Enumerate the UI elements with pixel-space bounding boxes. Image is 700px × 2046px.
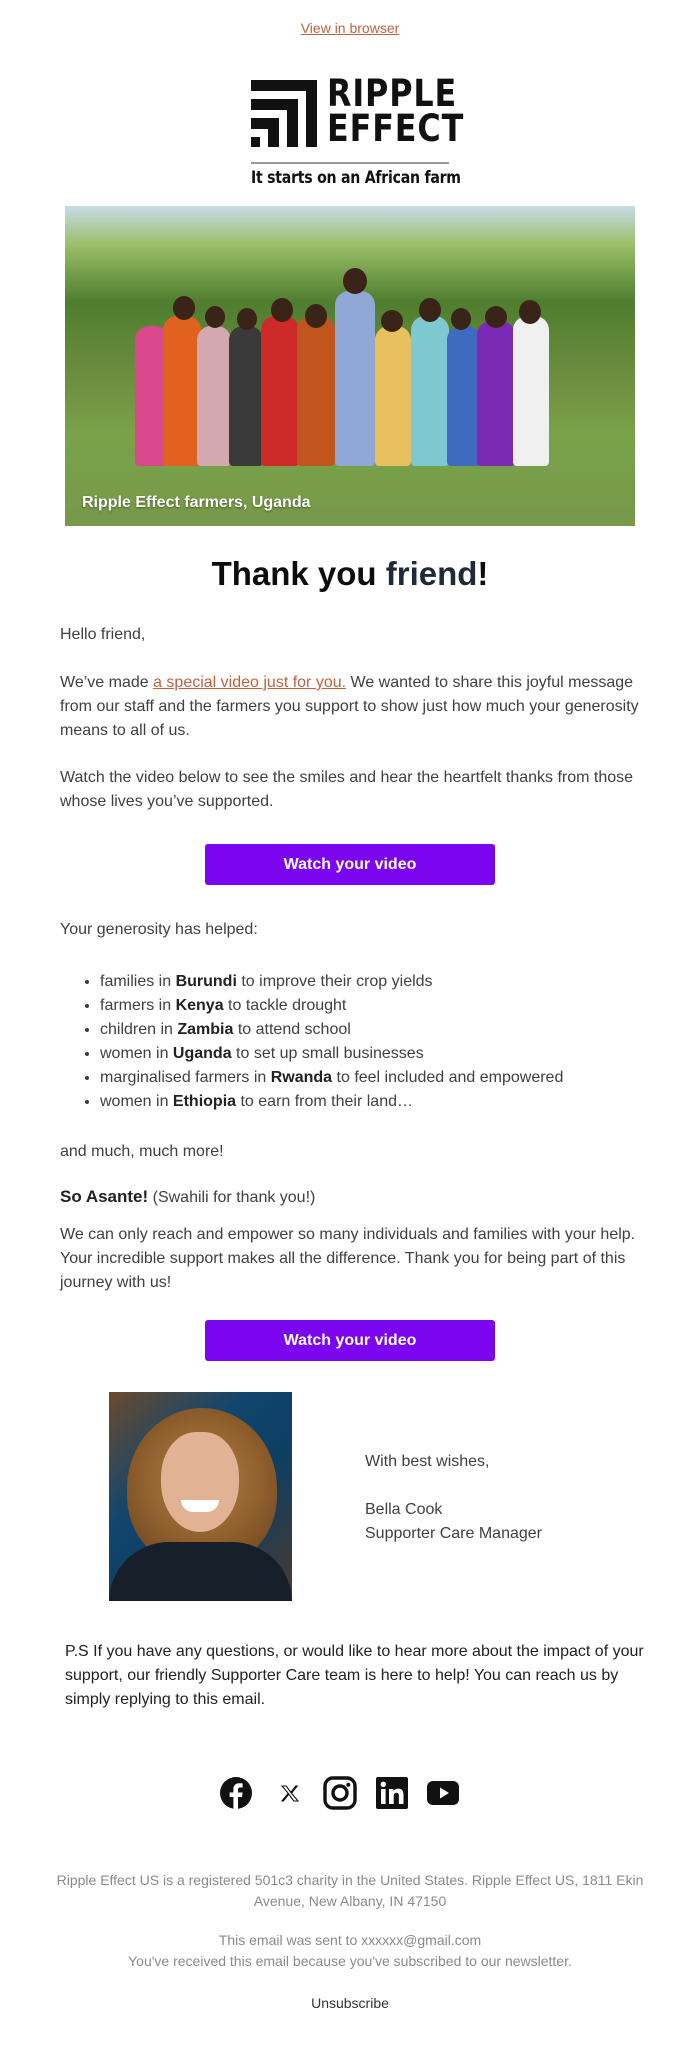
list-item: children in Zambia to attend school [100,1018,660,1042]
logo-wordmark: RIPPLE EFFECT [327,72,465,150]
intro-paragraph: We’ve made a special video just for you.… [60,671,645,743]
helped-intro: Your generosity has helped: [60,921,258,938]
greeting: Hello friend, [60,626,146,643]
title-prefix: Thank you [211,555,386,592]
logo-tagline: It starts on an African farm [251,168,461,188]
page-title: Thank you friend! [0,555,700,593]
list-item: farmers in Kenya to tackle drought [100,994,660,1018]
list-item: marginalised farmers in Rwanda to feel i… [100,1066,660,1090]
title-suffix: ! [477,555,489,592]
social-links [0,1776,700,1812]
logo-divider [251,162,449,164]
hero-caption: Ripple Effect farmers, Uganda [82,494,311,511]
view-in-browser-link[interactable]: View in browser [301,20,400,36]
asante-bold: So Asante! [60,1187,149,1206]
youtube-icon[interactable] [426,1776,460,1810]
unsubscribe-link[interactable]: Unsubscribe [311,1995,389,2011]
intro-text-before: We’ve made [60,674,154,691]
logo-mark-icon [251,80,317,147]
signature-role: Supporter Care Manager [365,1525,542,1542]
x-icon[interactable] [272,1776,306,1810]
helped-list: families in Burundi to improve their cro… [100,970,660,1114]
logo-line-1: RIPPLE [327,72,458,115]
signature-block: With best wishes, Bella Cook Supporter C… [365,1450,542,1546]
view-in-browser-bar: View in browser [0,20,700,36]
special-video-link[interactable]: a special video just for you. [153,674,346,691]
closing-paragraph: We can only reach and empower so many in… [60,1226,636,1291]
ripple-effect-logo: RIPPLE EFFECT It starts on an African fa… [251,75,463,190]
list-item: women in Ethiopia to earn from their lan… [100,1090,660,1114]
signature-name: Bella Cook [365,1501,443,1518]
watch-paragraph: Watch the video below to see the smiles … [60,769,634,810]
footer-reason: You've received this email because you'v… [128,1953,572,1969]
signature-closing: With best wishes, [365,1453,490,1470]
linkedin-icon[interactable] [375,1776,409,1810]
list-item: families in Burundi to improve their cro… [100,970,660,994]
facebook-icon[interactable] [219,1776,253,1810]
much-more-text: and much, much more! [60,1143,224,1160]
footer-sent-to: This email was sent to xxxxxx@gmail.com [218,1932,482,1948]
farmers-group-illustration [125,268,549,466]
asante-line: So Asante! (Swahili for thank you!) [60,1187,315,1207]
list-item: women in Uganda to set up small business… [100,1042,660,1066]
bella-cook-portrait [109,1392,292,1601]
hero-image-farmers: Ripple Effect farmers, Uganda [65,206,635,526]
footer-legal: Ripple Effect US is a registered 501c3 c… [56,1872,644,1909]
unsubscribe-bar: Unsubscribe [0,1995,700,2011]
watch-video-button-1[interactable]: Watch your video [205,844,495,885]
logo-line-2: EFFECT [327,107,465,150]
asante-note: (Swahili for thank you!) [148,1189,316,1206]
instagram-icon[interactable] [323,1776,357,1810]
ps-paragraph: P.S If you have any questions, or would … [65,1643,644,1708]
footer-subscription-info: This email was sent to xxxxxx@gmail.com … [50,1930,650,1972]
watch-video-button-2[interactable]: Watch your video [205,1320,495,1361]
title-name: friend [385,555,478,592]
